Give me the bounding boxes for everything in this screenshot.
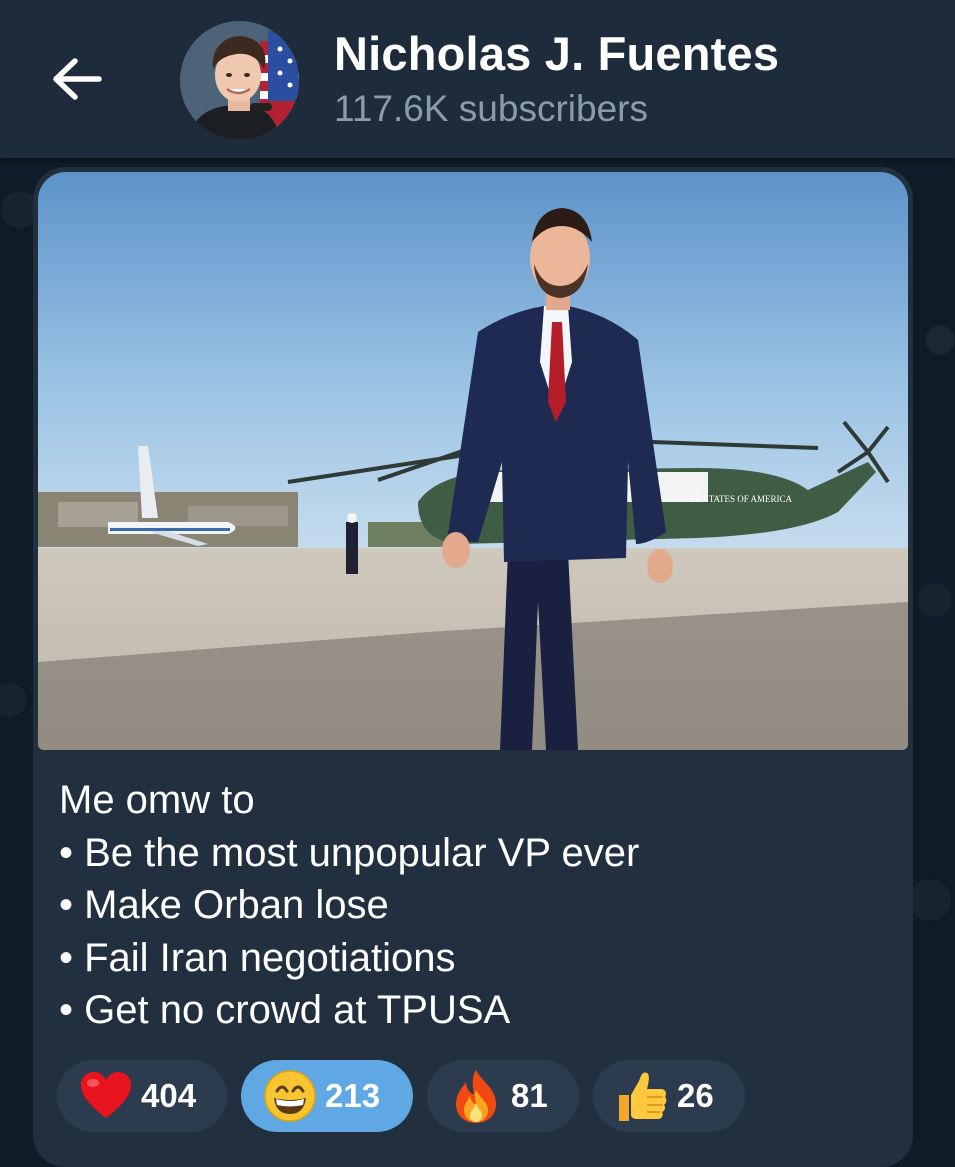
heart-icon xyxy=(79,1069,133,1123)
reactions-bar: 404 213 81 26 xyxy=(57,1060,745,1132)
channel-title[interactable]: Nicholas J. Fuentes xyxy=(334,26,779,81)
reaction-count: 213 xyxy=(325,1077,381,1114)
reaction-count: 404 xyxy=(141,1077,197,1114)
back-button[interactable] xyxy=(42,44,112,114)
thumbs-up-icon xyxy=(615,1069,669,1123)
arrow-left-icon xyxy=(53,58,102,100)
subscriber-count: 117.6K subscribers xyxy=(334,88,648,129)
message-caption: Me omw to • Be the most unpopular VP eve… xyxy=(59,774,899,1037)
channel-avatar[interactable] xyxy=(180,21,299,140)
message-photo[interactable]: UNITED STATES OF AMERICA xyxy=(38,172,908,750)
reaction-thumbs-up[interactable]: 26 xyxy=(593,1060,745,1132)
caption-line: • Make Orban lose xyxy=(59,883,389,927)
chat-header: Nicholas J. Fuentes 117.6K subscribers xyxy=(0,0,955,158)
reaction-heart[interactable]: 404 xyxy=(57,1060,227,1132)
caption-line: • Be the most unpopular VP ever xyxy=(59,830,640,875)
reaction-fire[interactable]: 81 xyxy=(427,1060,579,1132)
helicopter-marking: UNITED STATES OF AMERICA xyxy=(668,494,793,504)
reaction-count: 81 xyxy=(511,1077,548,1114)
grinning-face-icon xyxy=(263,1069,317,1123)
caption-line: Me omw to xyxy=(59,778,255,822)
fire-icon xyxy=(449,1069,503,1123)
caption-line: • Get no crowd at TPUSA xyxy=(59,988,511,1032)
reaction-count: 26 xyxy=(677,1077,714,1114)
reaction-grinning[interactable]: 213 xyxy=(241,1060,413,1132)
message-bubble[interactable]: UNITED STATES OF AMERICA Me omw to • Be … xyxy=(33,167,913,1167)
photo-illustration: UNITED STATES OF AMERICA xyxy=(38,172,908,750)
caption-line: • Fail Iran negotiations xyxy=(59,935,456,980)
